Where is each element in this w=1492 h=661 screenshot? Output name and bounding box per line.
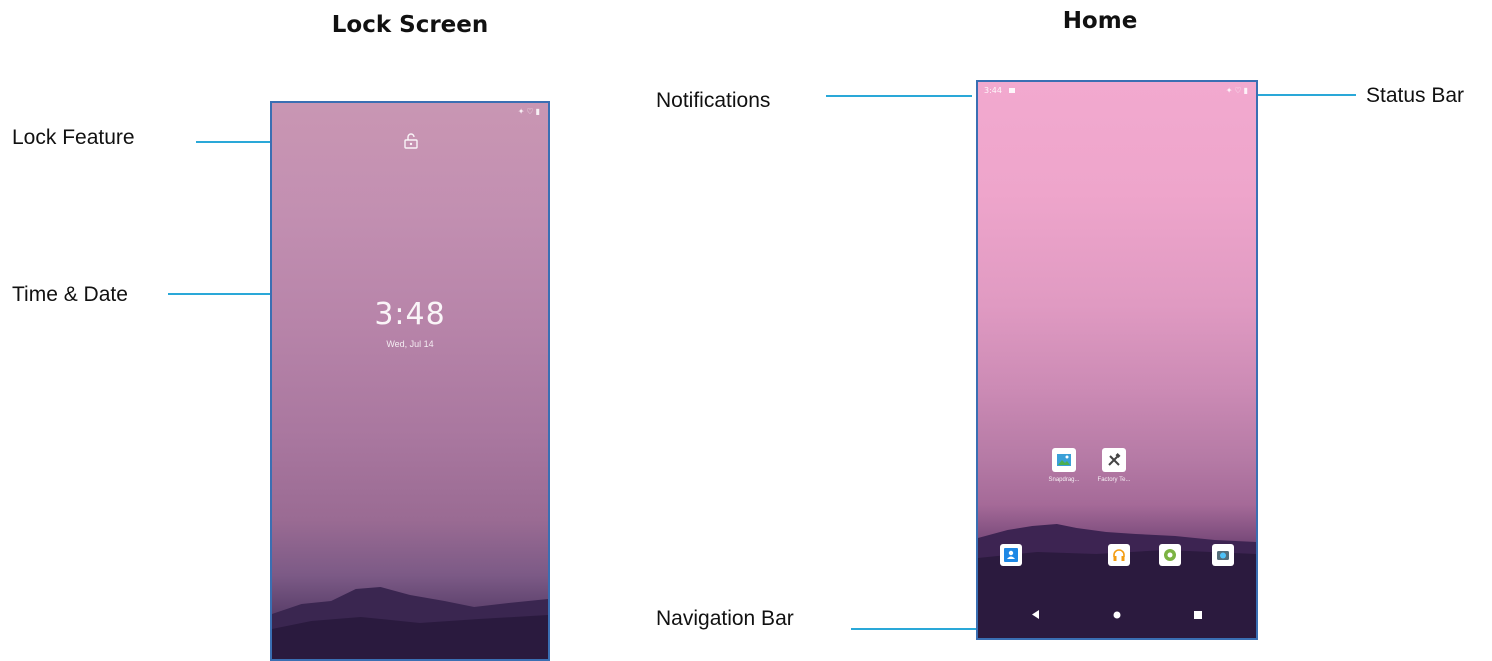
home-heading: Home — [1062, 8, 1138, 34]
home-screen-phone: 3:44 ✦♡▮ Snapdrag... Factory Te... — [976, 80, 1258, 640]
contacts-icon[interactable] — [1000, 544, 1022, 566]
time-date-callout: Time & Date — [12, 283, 128, 306]
mountain-silhouette — [272, 587, 548, 659]
notification-icon — [1008, 88, 1015, 93]
notifications-area[interactable]: 3:44 — [984, 86, 1015, 95]
lock-clock: 3:48 — [374, 297, 446, 332]
wifi-icon: ♡ — [1234, 86, 1244, 95]
status-bar-callout: Status Bar — [1366, 84, 1465, 107]
headphones-icon[interactable] — [1108, 544, 1130, 566]
wifi-icon: ♡ — [526, 107, 536, 116]
battery-icon: ▮ — [1243, 86, 1250, 95]
app-label: Factory Te... — [1097, 477, 1131, 483]
lock-status-icons: ✦♡▮ — [518, 107, 542, 116]
lock-screen-phone: ✦♡▮ 3:48 Wed, Jul 14 — [270, 101, 550, 661]
status-bar-icons[interactable]: ✦♡▮ — [1226, 86, 1250, 95]
home-icon[interactable] — [1113, 606, 1121, 624]
lock-date: Wed, Jul 14 — [386, 339, 434, 349]
camera-icon[interactable] — [1212, 544, 1234, 566]
app-factory-test[interactable]: Factory Te... — [1084, 448, 1144, 483]
notifications-callout: Notifications — [656, 89, 771, 112]
navigation-bar-callout: Navigation Bar — [656, 607, 794, 630]
navigation-bar — [978, 590, 1256, 638]
notifications-leader — [826, 95, 972, 97]
tools-icon — [1102, 448, 1126, 472]
android-icon[interactable] — [1159, 544, 1181, 566]
lock-open-icon[interactable] — [404, 133, 418, 154]
battery-icon: ▮ — [535, 107, 542, 116]
gallery-icon — [1052, 448, 1076, 472]
lock-feature-callout: Lock Feature — [12, 126, 135, 149]
status-bar-leader — [1258, 94, 1356, 96]
recents-icon[interactable] — [1194, 606, 1202, 624]
lock-screen-heading: Lock Screen — [331, 12, 489, 38]
status-time: 3:44 — [984, 86, 1002, 95]
back-icon[interactable] — [1032, 606, 1040, 624]
